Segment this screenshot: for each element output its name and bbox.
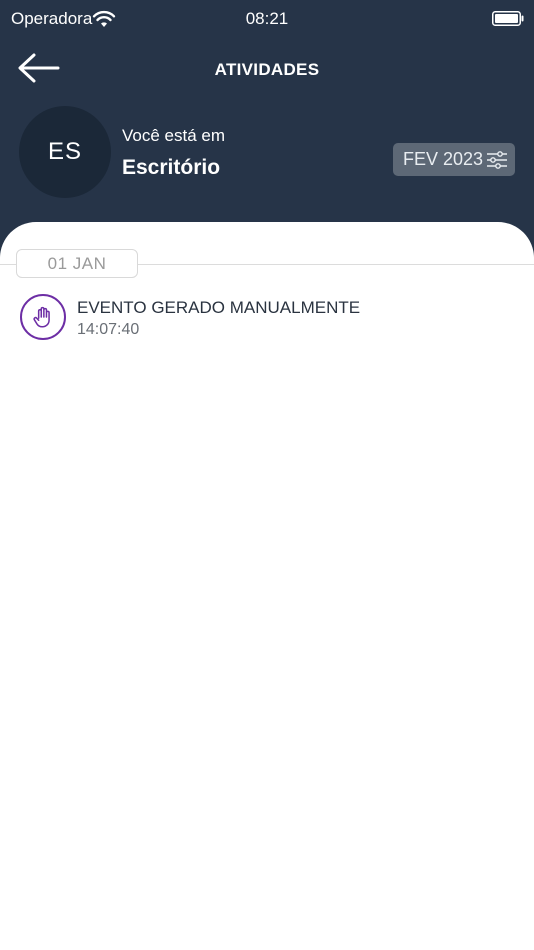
status-time: 08:21 [245,9,289,28]
location-label: Você está em [122,126,226,145]
status-bar: Operadora 08:21 [0,0,534,38]
period-label: FEV 2023 [403,149,484,169]
page-title: ATIVIDADES [214,60,320,79]
location-name: Escritório [122,156,221,179]
event-time: 14:07:40 [77,321,140,338]
hand-icon [33,306,50,328]
date-group-label: 01 JAN [16,249,138,278]
activity-item[interactable]: EVENTO GERADO MANUALMENTE 14:07:40 [0,290,534,346]
period-filter-button[interactable]: FEV 2023 [393,143,515,176]
event-icon-circle [20,294,66,340]
avatar: ES [19,106,111,198]
filter-sliders-icon [487,151,507,169]
event-title: EVENTO GERADO MANUALMENTE [77,298,361,317]
arrow-left-icon [18,53,60,83]
battery-icon [492,11,524,26]
header: Operadora 08:21 ATIVIDADES ES Você está … [0,0,534,260]
back-button[interactable] [14,50,62,88]
